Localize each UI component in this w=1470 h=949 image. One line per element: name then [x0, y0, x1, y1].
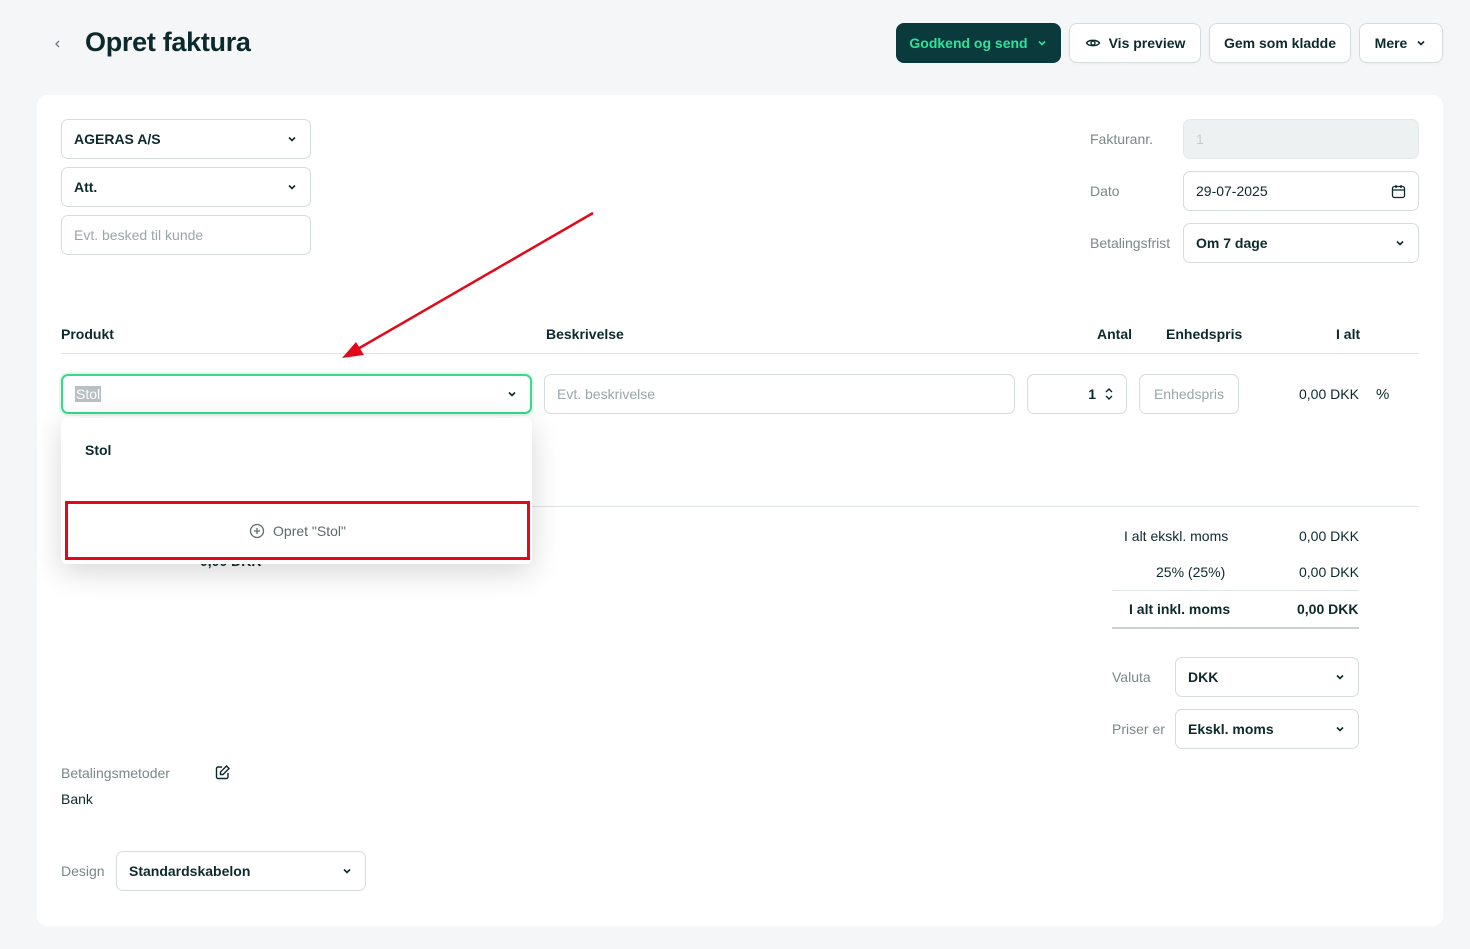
due-select[interactable]: Om 7 dage: [1183, 223, 1419, 263]
description-input[interactable]: Evt. beskrivelse: [544, 374, 1015, 414]
edit-icon[interactable]: [214, 764, 231, 786]
save-draft-button[interactable]: Gem som kladde: [1209, 23, 1351, 63]
due-label: Betalingsfrist: [1090, 235, 1171, 251]
date-label: Dato: [1090, 183, 1120, 199]
vat-label: 25% (25%): [1156, 564, 1226, 580]
design-label: Design: [61, 863, 105, 879]
chevron-down-icon: [343, 868, 351, 874]
chevron-left-icon: [55, 40, 60, 48]
chevron-down-icon: [288, 136, 296, 142]
customer-value: AGERAS A/S: [74, 131, 161, 147]
payment-methods-label: Betalingsmetoder: [61, 765, 170, 781]
chevron-down-icon: [1396, 240, 1404, 246]
discount-icon[interactable]: %: [1376, 386, 1389, 403]
eye-icon: [1085, 39, 1100, 47]
product-value: Stol: [75, 386, 102, 402]
col-qty: Antal: [1097, 326, 1132, 342]
col-unit-price: Enhedspris: [1166, 326, 1243, 342]
create-product-label: Opret "Stol": [273, 522, 346, 539]
invoice-no-placeholder: 1: [1196, 131, 1204, 147]
customer-select[interactable]: AGERAS A/S: [61, 119, 311, 159]
more-label: Mere: [1374, 35, 1408, 51]
col-product: Produkt: [61, 326, 114, 342]
unit-price-input[interactable]: Enhedspris: [1139, 374, 1239, 414]
chevron-down-icon: [508, 391, 516, 397]
stepper-arrows-icon[interactable]: [1104, 386, 1114, 402]
dropdown-option-stol[interactable]: Stol: [85, 442, 111, 458]
chevron-down-icon: [1417, 40, 1425, 46]
chevron-down-icon: [1336, 726, 1344, 732]
preview-button[interactable]: Vis preview: [1069, 23, 1201, 63]
product-input[interactable]: Stol: [61, 374, 532, 414]
save-draft-label: Gem som kladde: [1223, 35, 1337, 51]
preview-label: Vis preview: [1108, 35, 1186, 51]
customer-message-input[interactable]: Evt. besked til kunde: [61, 215, 311, 255]
totals-underline: [1112, 627, 1359, 629]
customer-message-placeholder: Evt. besked til kunde: [74, 227, 204, 243]
more-button[interactable]: Mere: [1359, 23, 1443, 63]
due-value: Om 7 dage: [1196, 235, 1268, 251]
unit-price-placeholder: Enhedspris: [1153, 386, 1225, 402]
chevron-down-icon: [288, 184, 296, 190]
back-button[interactable]: [48, 34, 68, 54]
payment-method-value: Bank: [61, 791, 93, 807]
approve-send-button[interactable]: Godkend og send: [896, 23, 1061, 63]
date-input[interactable]: 29-07-2025: [1183, 171, 1419, 211]
description-placeholder: Evt. beskrivelse: [557, 386, 656, 402]
att-select[interactable]: Att.: [61, 167, 311, 207]
prices-value: Ekskl. moms: [1188, 721, 1274, 737]
invoice-no-label: Fakturanr.: [1090, 131, 1154, 147]
total-incl-label: I alt inkl. moms: [1129, 601, 1231, 617]
currency-value: DKK: [1188, 669, 1219, 685]
page-title: Opret faktura: [85, 27, 251, 57]
invoice-no-input[interactable]: 1: [1183, 119, 1419, 159]
date-value: 29-07-2025: [1196, 183, 1268, 199]
header-divider: [61, 353, 1419, 354]
qty-stepper[interactable]: 1: [1027, 374, 1127, 414]
prices-select[interactable]: Ekskl. moms: [1175, 709, 1359, 749]
att-value: Att.: [74, 179, 98, 195]
currency-label: Valuta: [1112, 669, 1151, 685]
vat-value: 0,00 DKK: [1299, 564, 1359, 580]
total-excl-value: 0,00 DKK: [1299, 528, 1359, 544]
col-description: Beskrivelse: [546, 326, 624, 342]
line-total: 0,00 DKK: [1299, 386, 1359, 402]
chevron-down-icon: [1336, 674, 1344, 680]
approve-send-label: Godkend og send: [909, 35, 1028, 51]
design-value: Standardskabelon: [129, 863, 251, 879]
plus-circle-icon: [249, 523, 265, 538]
chevron-down-icon: [1038, 40, 1046, 46]
qty-value: 1: [1088, 386, 1096, 402]
prices-label: Priser er: [1112, 721, 1165, 737]
currency-select[interactable]: DKK: [1175, 657, 1359, 697]
create-product-button[interactable]: Opret "Stol": [65, 501, 530, 560]
totals-divider: [1112, 590, 1359, 591]
total-excl-label: I alt ekskl. moms: [1124, 528, 1229, 544]
total-incl-value: 0,00 DKK: [1297, 601, 1359, 617]
design-select[interactable]: Standardskabelon: [116, 851, 366, 891]
col-total: I alt: [1336, 326, 1361, 342]
calendar-icon[interactable]: [1391, 184, 1406, 199]
